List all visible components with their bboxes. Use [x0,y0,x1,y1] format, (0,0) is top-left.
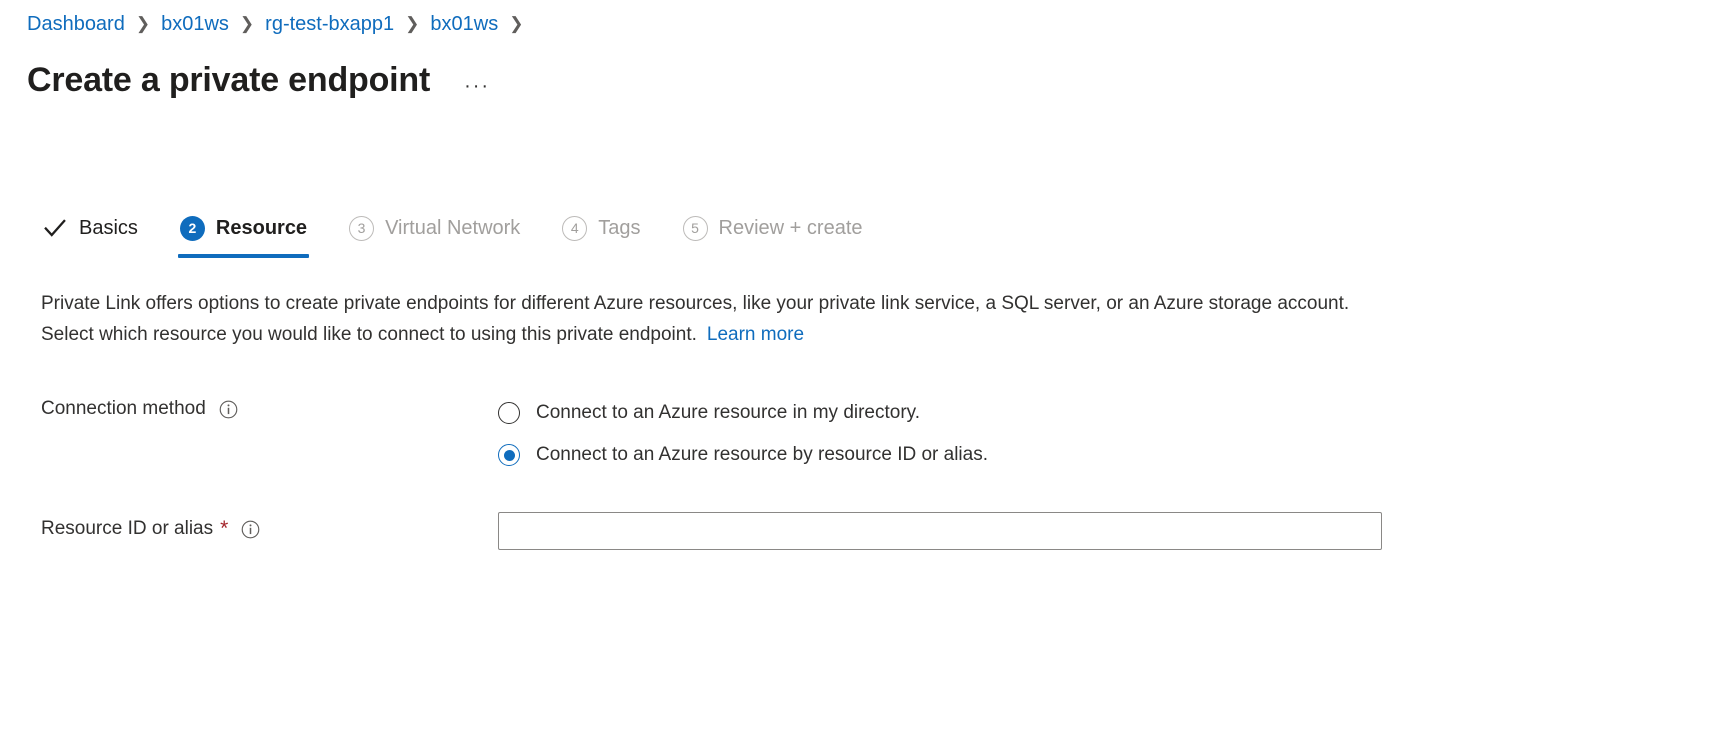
connection-method-radio-group: Connect to an Azure resource in my direc… [498,392,988,476]
section-description: Private Link offers options to create pr… [41,288,1383,350]
breadcrumb-item-bx01ws-2[interactable]: bx01ws [430,10,498,38]
wizard-tabs: Basics 2 Resource 3 Virtual Network 4 Ta… [40,206,903,258]
resource-id-input[interactable] [498,512,1382,550]
breadcrumb-separator-icon: ❯ [509,14,524,33]
tab-resource[interactable]: 2 Resource [177,208,310,258]
tab-basics-label: Basics [79,217,138,239]
connection-method-label: Connection method [41,398,206,419]
tab-review-create-label: Review + create [718,217,863,239]
required-marker: * [220,517,229,540]
radio-option-resource-id[interactable]: Connect to an Azure resource by resource… [498,434,988,476]
tab-tags-label: Tags [598,217,641,239]
tab-virtual-network-badge: 3 [349,215,375,241]
radio-option-directory-label: Connect to an Azure resource in my direc… [536,402,921,423]
breadcrumb-item-dashboard[interactable]: Dashboard [27,10,125,38]
radio-option-directory[interactable]: Connect to an Azure resource in my direc… [498,392,988,434]
breadcrumb-item-bx01ws[interactable]: bx01ws [161,10,229,38]
breadcrumb-separator-icon: ❯ [405,14,420,33]
page-header: Create a private endpoint ··· [27,58,494,102]
more-options-icon[interactable]: ··· [460,75,494,97]
breadcrumb: Dashboard ❯ bx01ws ❯ rg-test-bxapp1 ❯ bx… [27,10,534,38]
checkmark-icon [44,219,66,237]
breadcrumb-separator-icon: ❯ [239,14,255,33]
tab-review-create[interactable]: 5 Review + create [681,208,865,258]
radio-selected-icon [498,444,520,466]
page-title: Create a private endpoint [27,61,431,99]
tab-review-create-badge: 5 [682,215,708,241]
breadcrumb-separator-icon: ❯ [135,14,151,33]
learn-more-link[interactable]: Learn more [707,324,804,345]
resource-id-label: Resource ID or alias [41,518,214,539]
resource-id-row: Resource ID or alias * [41,512,1382,550]
tab-active-underline [177,254,310,258]
resource-id-label-group: Resource ID or alias * [41,512,498,542]
info-icon[interactable] [241,520,260,539]
radio-option-resource-id-label: Connect to an Azure resource by resource… [536,444,989,465]
breadcrumb-item-rg-test-bxapp1[interactable]: rg-test-bxapp1 [265,10,394,38]
tab-virtual-network[interactable]: 3 Virtual Network [347,208,522,258]
description-text: Private Link offers options to create pr… [41,293,1350,345]
connection-method-row: Connection method Connect to an Azure re… [41,392,988,476]
info-icon[interactable] [219,400,238,419]
tab-virtual-network-label: Virtual Network [385,217,521,239]
connection-method-label-group: Connection method [41,392,498,422]
tab-resource-label: Resource [215,217,308,239]
tab-basics[interactable]: Basics [40,208,140,258]
tab-resource-badge: 2 [179,215,205,241]
radio-unselected-icon [498,402,520,424]
tab-tags[interactable]: 4 Tags [560,208,642,258]
tab-tags-badge: 4 [562,215,588,241]
